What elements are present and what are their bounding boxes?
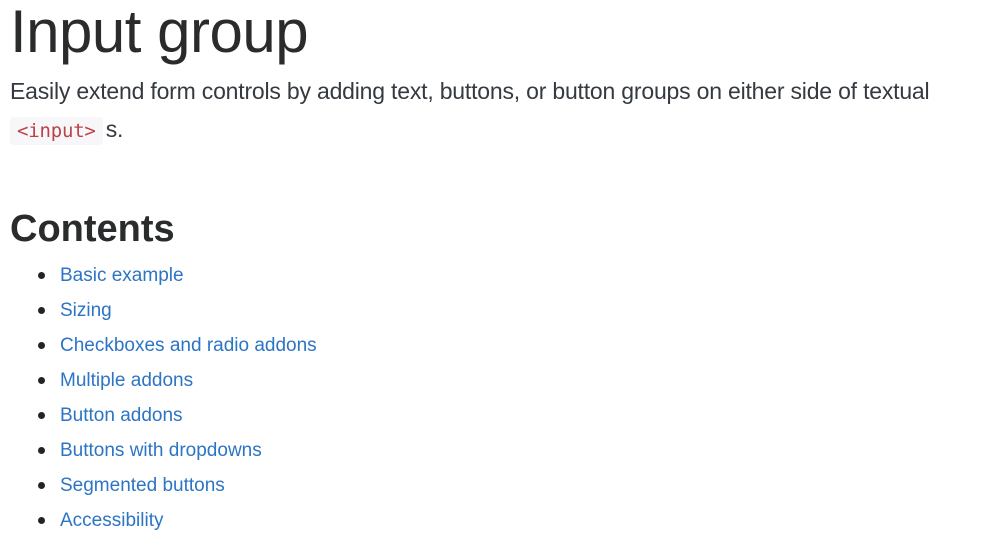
toc-link-button-addons[interactable]: Button addons bbox=[60, 405, 183, 426]
toc-item-buttons-dropdowns: Buttons with dropdowns bbox=[38, 433, 317, 468]
toc-item-checkboxes-radio: Checkboxes and radio addons bbox=[38, 328, 317, 363]
bullet-icon bbox=[38, 342, 45, 349]
bullet-icon bbox=[38, 412, 45, 419]
toc-item-accessibility: Accessibility bbox=[38, 503, 317, 538]
toc-link-multiple-addons[interactable]: Multiple addons bbox=[60, 370, 193, 391]
table-of-contents: Basic example Sizing Checkboxes and radi… bbox=[10, 258, 317, 538]
toc-link-buttons-dropdowns[interactable]: Buttons with dropdowns bbox=[60, 440, 262, 461]
lead-line-2: <input> s. bbox=[10, 110, 995, 150]
bullet-icon bbox=[38, 447, 45, 454]
bullet-icon bbox=[38, 307, 45, 314]
toc-item-basic-example: Basic example bbox=[38, 258, 317, 293]
inline-code-input: <input> bbox=[10, 117, 103, 145]
bullet-icon bbox=[38, 517, 45, 524]
bullet-icon bbox=[38, 272, 45, 279]
toc-link-segmented-buttons[interactable]: Segmented buttons bbox=[60, 475, 225, 496]
bullet-icon bbox=[38, 377, 45, 384]
toc-link-accessibility[interactable]: Accessibility bbox=[60, 510, 163, 531]
toc-link-checkboxes-radio[interactable]: Checkboxes and radio addons bbox=[60, 335, 317, 356]
bullet-icon bbox=[38, 482, 45, 489]
contents-heading: Contents bbox=[10, 208, 175, 250]
toc-item-sizing: Sizing bbox=[38, 293, 317, 328]
page-title: Input group bbox=[10, 0, 309, 65]
lead-suffix: s. bbox=[105, 116, 124, 142]
lead-paragraph: Easily extend form controls by adding te… bbox=[10, 72, 995, 150]
toc-item-segmented-buttons: Segmented buttons bbox=[38, 468, 317, 503]
toc-link-basic-example[interactable]: Basic example bbox=[60, 265, 184, 286]
toc-link-sizing[interactable]: Sizing bbox=[60, 300, 112, 321]
lead-text: Easily extend form controls by adding te… bbox=[10, 78, 930, 104]
toc-item-button-addons: Button addons bbox=[38, 398, 317, 433]
toc-item-multiple-addons: Multiple addons bbox=[38, 363, 317, 398]
